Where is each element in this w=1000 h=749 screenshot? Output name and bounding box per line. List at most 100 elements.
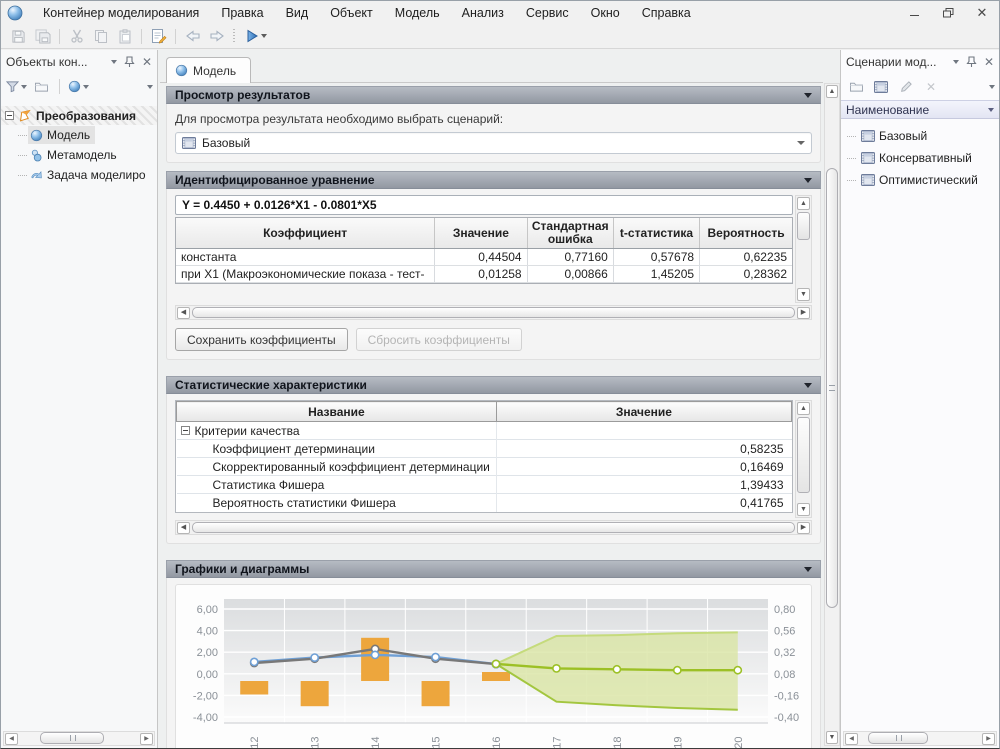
vscroll-thumb[interactable]	[797, 417, 810, 493]
panel-more-caret-icon[interactable]	[147, 85, 153, 89]
panel-close-icon[interactable]: ✕	[142, 56, 152, 68]
scroll-right-button[interactable]: ▶	[797, 522, 810, 534]
table-cell: 0,44504	[435, 249, 527, 266]
scroll-up-button[interactable]: ▲	[826, 85, 838, 98]
tab-model[interactable]: Модель	[166, 57, 251, 83]
tree-item-label: Модель	[47, 128, 90, 142]
tree-item-metamodel[interactable]: Метамодель	[1, 145, 157, 165]
toolbar-forward-button[interactable]	[205, 26, 228, 47]
scroll-left-button[interactable]: ◀	[177, 522, 190, 534]
toolbar-save-all-button[interactable]	[31, 26, 54, 47]
menu-item[interactable]: Объект	[319, 3, 384, 23]
hscroll-thumb[interactable]	[40, 732, 104, 744]
tab-model-label: Модель	[193, 64, 236, 78]
scenarios-panel-header: Сценарии мод... ✕	[841, 50, 999, 73]
toolbar-back-button[interactable]	[181, 26, 204, 47]
panel-menu-caret-icon[interactable]	[953, 60, 959, 64]
close-button[interactable]: ✕	[965, 1, 999, 24]
stats-section-header[interactable]: Статистические характеристики	[166, 376, 821, 394]
application-window: Контейнер моделированияПравкаВидОбъектМо…	[0, 0, 1000, 749]
panel-more-caret-icon[interactable]	[989, 85, 995, 89]
table-row[interactable]: константа0,445040,771600,576780,62235	[176, 249, 792, 266]
folder-button[interactable]	[30, 77, 52, 97]
scroll-right-button[interactable]: ▶	[982, 733, 995, 745]
column-header[interactable]: Значение	[435, 218, 527, 249]
toolbar-edit-formula-button[interactable]	[147, 26, 170, 47]
scenario-item[interactable]: Базовый	[841, 125, 999, 147]
column-header[interactable]: Стандартная ошибка	[527, 218, 613, 249]
filter-button[interactable]	[5, 77, 27, 97]
menu-item[interactable]: Правка	[210, 3, 274, 23]
collapse-expander-icon[interactable]	[5, 111, 14, 120]
table-row[interactable]: Скорректированный коэффициент детерминац…	[177, 458, 792, 476]
charts-section-header[interactable]: Графики и диаграммы	[166, 560, 821, 578]
hscroll-thumb[interactable]	[192, 522, 795, 533]
scenario-create-button[interactable]	[870, 77, 892, 97]
column-header[interactable]: Вероятность	[700, 218, 792, 249]
scenario-item[interactable]: Оптимистический	[841, 169, 999, 191]
table-row[interactable]: Коэффициент детерминации0,58235	[177, 440, 792, 458]
hscroll-thumb[interactable]	[192, 307, 795, 318]
equation-field[interactable]: Y = 0.4450 + 0.0126*X1 - 0.0801*X5	[175, 195, 793, 215]
group-row[interactable]: Критерии качества	[177, 422, 792, 440]
toolbar-run-button[interactable]	[240, 26, 272, 47]
vscroll-thumb[interactable]	[826, 168, 838, 608]
menu-item[interactable]: Модель	[384, 3, 451, 23]
menu-item[interactable]: Вид	[275, 3, 320, 23]
equation-section-header[interactable]: Идентифицированное уравнение	[166, 171, 821, 189]
pin-icon[interactable]	[966, 56, 977, 68]
scroll-left-button[interactable]: ◀	[177, 307, 190, 319]
toolbar-save-button[interactable]	[7, 26, 30, 47]
scroll-down-button[interactable]: ▼	[797, 288, 810, 301]
column-header[interactable]: Название	[177, 402, 497, 422]
scroll-left-button[interactable]: ◀	[5, 733, 18, 745]
scroll-down-button[interactable]: ▼	[797, 503, 810, 516]
scroll-left-button[interactable]: ◀	[845, 733, 858, 745]
table-row[interactable]: при X1 (Макроэкономические показа - тест…	[176, 266, 792, 283]
menu-item[interactable]: Сервис	[515, 3, 580, 23]
vscroll-thumb[interactable]	[797, 212, 810, 240]
model-type-button[interactable]	[67, 77, 89, 97]
tree-item-model[interactable]: Модель	[1, 125, 157, 145]
toolbar-copy-button[interactable]	[89, 26, 112, 47]
table-row[interactable]: Вероятность статистики Фишера0,41765	[177, 494, 792, 512]
reset-coefficients-button[interactable]: Сбросить коэффициенты	[356, 328, 522, 351]
scenario-name-column-header[interactable]: Наименование	[841, 100, 999, 119]
tree-root-row[interactable]: Преобразования	[1, 106, 157, 125]
scroll-right-button[interactable]: ▶	[140, 733, 153, 745]
results-section-header[interactable]: Просмотр результатов	[166, 86, 821, 104]
filter-caret-icon	[21, 85, 27, 89]
toolbar-paste-button[interactable]	[113, 26, 136, 47]
scenario-edit-button[interactable]	[895, 77, 917, 97]
scenario-item[interactable]: Консервативный	[841, 147, 999, 169]
tree-item-modeling[interactable]: Задача моделиро	[1, 165, 157, 185]
column-header[interactable]: Значение	[496, 402, 791, 422]
scenario-delete-button[interactable]: ✕	[920, 77, 942, 97]
table-row[interactable]: Статистика Фишера1,39433	[177, 476, 792, 494]
svg-text:2015: 2015	[431, 737, 443, 748]
scroll-up-button[interactable]: ▲	[797, 197, 810, 210]
svg-text:2017: 2017	[551, 737, 563, 748]
menu-item[interactable]: Контейнер моделирования	[32, 3, 210, 23]
svg-text:-0,16: -0,16	[774, 690, 799, 702]
hscroll-thumb[interactable]	[868, 732, 928, 744]
panel-menu-caret-icon[interactable]	[111, 60, 117, 64]
maximize-button[interactable]	[931, 1, 965, 24]
collapse-expander-icon[interactable]	[181, 426, 190, 435]
toolbar-cut-button[interactable]	[65, 26, 88, 47]
scroll-down-button[interactable]: ▼	[826, 731, 838, 744]
minimize-button[interactable]	[897, 1, 931, 24]
scenario-folder-button[interactable]	[845, 77, 867, 97]
pin-icon[interactable]	[124, 56, 135, 68]
menu-item[interactable]: Окно	[580, 3, 631, 23]
collapse-caret-icon	[804, 567, 812, 572]
scroll-right-button[interactable]: ▶	[797, 307, 810, 319]
save-coefficients-button[interactable]: Сохранить коэффициенты	[175, 328, 348, 351]
column-header[interactable]: t-статистика	[613, 218, 699, 249]
menu-item[interactable]: Анализ	[451, 3, 515, 23]
panel-close-icon[interactable]: ✕	[984, 56, 994, 68]
menu-item[interactable]: Справка	[631, 3, 702, 23]
column-header[interactable]: Коэффициент	[176, 218, 435, 249]
scroll-up-button[interactable]: ▲	[797, 402, 810, 415]
scenario-combobox[interactable]: Базовый	[175, 132, 812, 154]
